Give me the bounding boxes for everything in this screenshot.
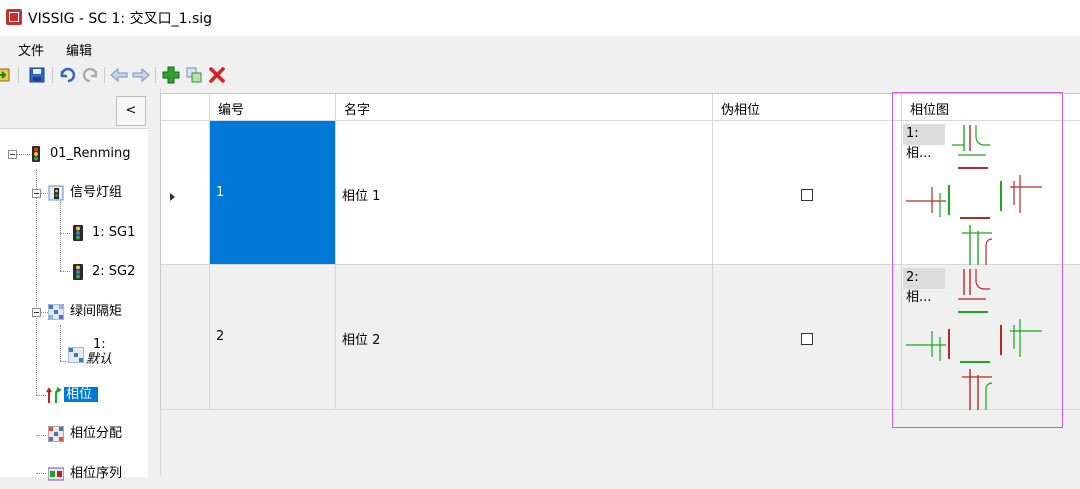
tree-item-sg2[interactable]: 2: SG2 (70, 257, 135, 287)
phase-diagram-1 (906, 125, 1042, 265)
redo-icon[interactable] (82, 66, 100, 84)
tree-line (36, 395, 46, 396)
tree-item-label: 1: (93, 337, 106, 352)
tree-item-label: 相位 (64, 387, 99, 402)
tree-item-label: 1: SG1 (92, 225, 136, 240)
phase-diagram-2 (906, 269, 1042, 410)
tree-item-label: 默认 (86, 352, 113, 367)
table-cell-number[interactable]: 1 (210, 121, 336, 265)
table-cell-number[interactable]: 2 (210, 265, 336, 410)
toolbar-separator (18, 67, 19, 83)
traffic-light-icon (32, 145, 40, 162)
undo-icon[interactable] (58, 66, 76, 84)
save-icon[interactable] (28, 66, 46, 84)
phase-arrows-icon (46, 386, 62, 403)
add-icon[interactable] (162, 66, 180, 84)
allocation-grid-icon (48, 425, 64, 442)
tree-line (36, 473, 46, 474)
back-arrow-icon[interactable] (110, 66, 128, 84)
signal-groups-icon (48, 185, 64, 200)
toolbar-separator (155, 67, 156, 83)
current-row-arrow-icon (170, 193, 175, 201)
matrix-icon (68, 347, 84, 363)
menu-file[interactable]: 文件 (18, 40, 44, 59)
tree-line (60, 271, 70, 272)
window-title: VISSIG - SC 1: 交叉口_1.sig (28, 11, 213, 27)
row-selector[interactable] (161, 121, 210, 265)
pseudo-phase-checkbox[interactable] (801, 189, 813, 201)
app-logo-icon (6, 9, 22, 25)
column-header-diagram[interactable]: 相位图 (902, 94, 1080, 121)
sequence-icon (48, 467, 64, 480)
tree-item-label: 01_Renming (50, 146, 131, 161)
row-selector[interactable] (161, 265, 210, 410)
table-cell-name[interactable]: 相位 2 (336, 265, 713, 410)
menu-bar: 文件 编辑 (0, 36, 1080, 62)
phases-table: 编号 名字 伪相位 相位图 1 相位 1 1: 相... 2 相位 2 2: 相… (160, 93, 1080, 410)
signal-head-icon (73, 263, 83, 280)
import-icon[interactable] (0, 66, 12, 84)
tree-item-phase-sequence[interactable]: 相位序列 (48, 459, 122, 489)
forward-arrow-icon[interactable] (132, 66, 150, 84)
tree-line (60, 361, 66, 362)
tree-item-label: 绿间隔矩 (70, 304, 123, 319)
column-header-name[interactable]: 名字 (336, 94, 713, 121)
toolbar-separator (104, 67, 105, 83)
collapse-panel-button[interactable]: < (116, 96, 146, 126)
collapse-root-icon[interactable] (8, 150, 17, 159)
tree-item-phase-allocation[interactable]: 相位分配 (48, 419, 122, 449)
tree-item-root[interactable]: 01_Renming (28, 139, 131, 169)
tree-item-label: 相位序列 (70, 466, 123, 481)
table-cell-diagram[interactable]: 2: 相... (902, 265, 1080, 410)
duplicate-icon[interactable] (185, 66, 203, 84)
tree-item-label: 2: SG2 (92, 264, 136, 279)
menu-edit[interactable]: 编辑 (66, 40, 92, 59)
row-header-corner (161, 94, 210, 121)
collapse-intergreens-icon[interactable] (32, 308, 41, 317)
column-header-number[interactable]: 编号 (210, 94, 336, 121)
tree-item-intergreens[interactable]: 绿间隔矩 (48, 297, 122, 327)
signal-head-icon (73, 224, 83, 241)
tree-line (36, 169, 37, 395)
tree-line (36, 435, 46, 436)
table-cell-diagram[interactable]: 1: 相... (902, 121, 1080, 265)
matrix-icon (48, 303, 64, 320)
table-cell-pseudo (713, 265, 902, 410)
pseudo-phase-checkbox[interactable] (801, 333, 813, 345)
delete-icon[interactable] (208, 66, 226, 84)
collapse-signal-groups-icon[interactable] (32, 189, 41, 198)
tree-line (60, 325, 61, 361)
tree-item-sg1[interactable]: 1: SG1 (70, 218, 135, 248)
table-cell-name[interactable]: 相位 1 (336, 121, 713, 265)
table-cell-pseudo (713, 121, 902, 265)
navigation-tree: 01_Renming 信号灯组 1: SG1 2: SG2 绿间隔矩 1: 默认… (0, 128, 148, 481)
toolbar-separator (52, 67, 53, 83)
tree-item-label: 信号灯组 (70, 185, 123, 200)
tree-line (40, 193, 48, 194)
title-bar: VISSIG - SC 1: 交叉口_1.sig (0, 0, 1080, 36)
tree-item-phases[interactable]: 相位 (46, 375, 99, 415)
toolbar (0, 62, 1080, 88)
tree-item-signal-groups[interactable]: 信号灯组 (48, 178, 122, 208)
tree-item-label: 相位分配 (70, 426, 123, 441)
tree-line (60, 201, 61, 271)
tree-line (60, 233, 70, 234)
tree-line (40, 312, 48, 313)
column-header-pseudo[interactable]: 伪相位 (713, 94, 902, 121)
